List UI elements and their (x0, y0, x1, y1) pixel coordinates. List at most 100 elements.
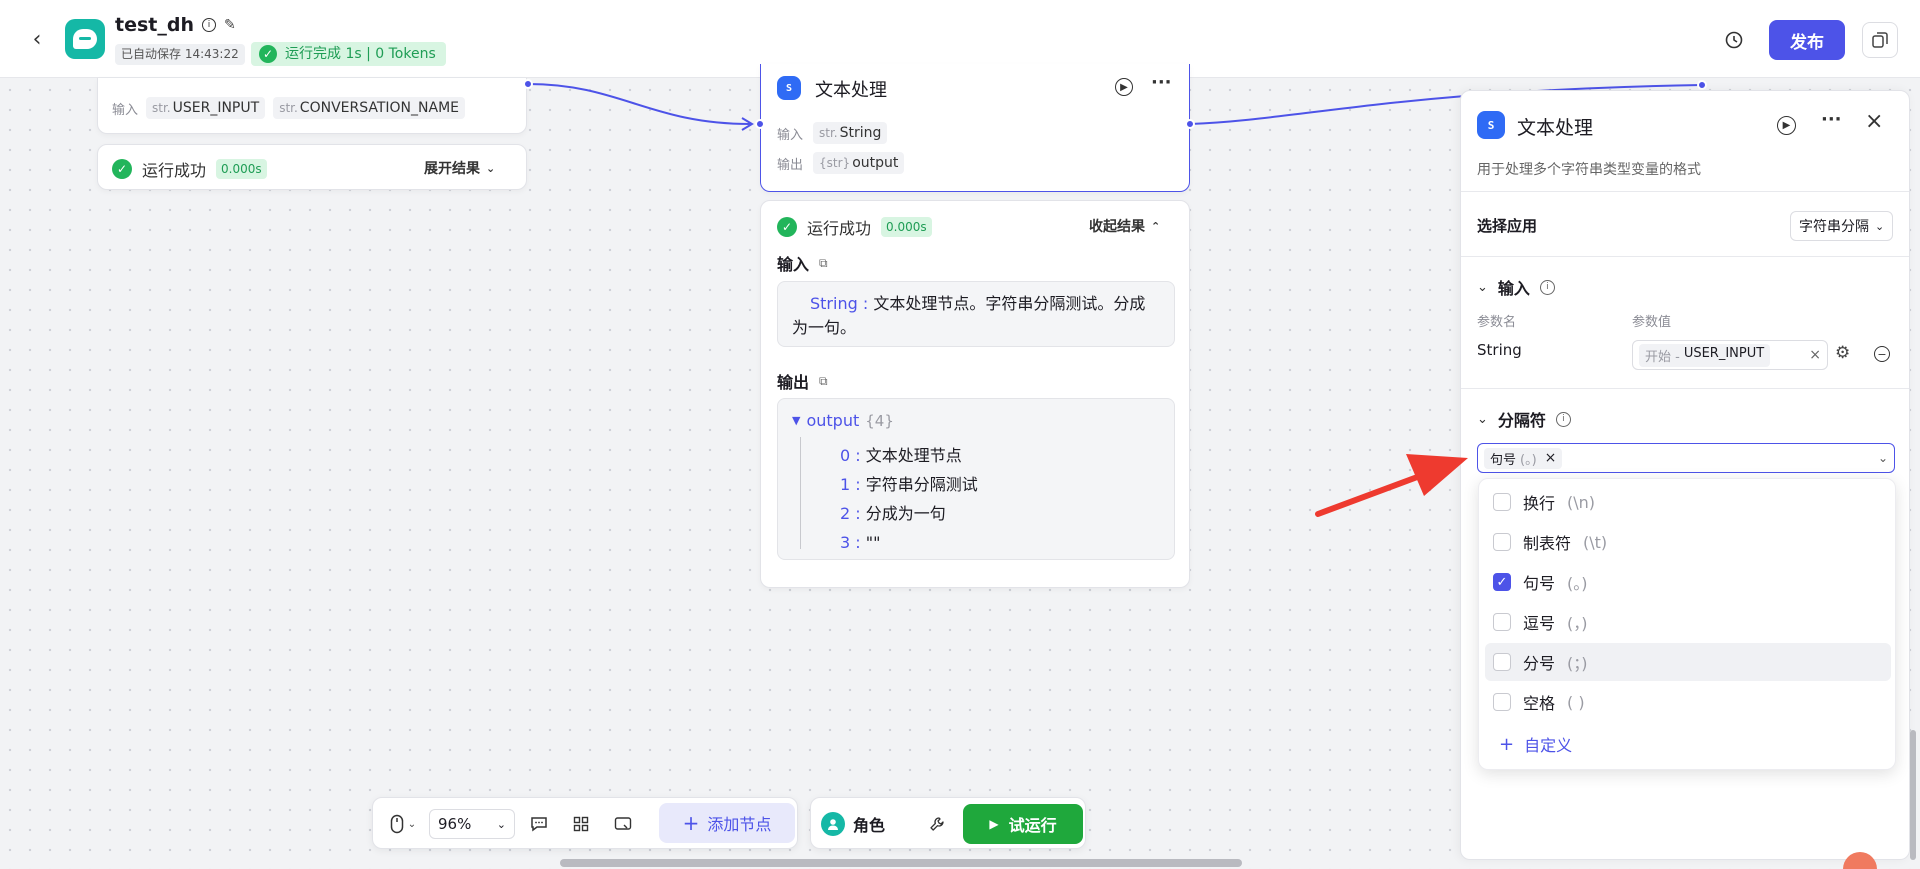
option-space[interactable]: 空格( ) (1485, 683, 1891, 721)
text-node-result: ✓ 运行成功 0.000s 收起结果 ⌃ 输入 ⧉ String : 文本处理节点… (760, 200, 1190, 588)
panel-description: 用于处理多个字符串类型变量的格式 (1477, 162, 1701, 178)
copy-icon[interactable]: ⧉ (819, 374, 828, 389)
chevron-down-icon[interactable]: ⌄ (1878, 451, 1888, 465)
start-input-label: 输入 (112, 102, 139, 118)
comment-icon[interactable] (525, 810, 553, 838)
info-icon[interactable]: i (1539, 279, 1555, 295)
separator-multiselect[interactable]: 句号 (。) × ⌄ (1477, 443, 1895, 473)
chevron-up-icon: ⌃ (1151, 219, 1161, 233)
select-app-dropdown[interactable]: 字符串分隔 ⌄ (1790, 211, 1894, 241)
layout-icon[interactable] (567, 810, 595, 838)
expand-result-button[interactable]: 展开结果 ⌄ (424, 158, 495, 178)
next-node-port[interactable] (1697, 80, 1707, 90)
canvas-toolbar: ⌄ 96% ⌄ + 添加节点 (372, 797, 798, 849)
gear-icon[interactable]: ⚙ (1835, 343, 1850, 363)
custom-separator-button[interactable]: + 自定义 (1485, 725, 1891, 763)
add-node-button[interactable]: + 添加节点 (659, 803, 795, 843)
remove-icon[interactable]: − (1874, 346, 1890, 362)
option-comma[interactable]: 逗号 (，) (1485, 603, 1891, 641)
option-tab[interactable]: 制表符 (\t) (1485, 523, 1891, 561)
check-circle-icon: ✓ (777, 217, 797, 237)
result-output-box: ▼ output {4} 0 : 文本处理节点 1 : 字符串分隔测试 2 : … (777, 398, 1175, 560)
text-processing-icon: S (777, 76, 801, 100)
selected-chip: 句号 (。) × (1484, 447, 1563, 469)
plus-icon: + (682, 811, 700, 835)
start-node[interactable]: 输入 str. USER_INPUT str. CONVERSATION_NAME (97, 78, 527, 134)
text-processing-node[interactable]: S 文本处理 ▶ ··· 输入 str. String 输出 {str} outpu… (760, 64, 1190, 192)
option-semicolon[interactable]: 分号 (；) (1485, 643, 1891, 681)
output-count: {4} (865, 411, 894, 430)
checkbox[interactable] (1493, 693, 1511, 711)
node-input-label: 输入 (777, 127, 804, 143)
collapse-result-button[interactable]: 收起结果 ⌃ (1089, 216, 1160, 236)
checkbox[interactable] (1493, 653, 1511, 671)
separator-options-menu: 换行 (\n) 制表符 (\t) ✓ 句号 (。) 逗号 (，) 分号 (；) 空格( )… (1478, 478, 1896, 770)
var-tag: str. CONVERSATION_NAME (273, 97, 465, 119)
param-value-header: 参数值 (1632, 315, 1672, 330)
checkbox[interactable] (1493, 613, 1511, 631)
input-port[interactable] (755, 119, 765, 129)
list-item: 3 : "" (840, 533, 881, 552)
play-icon: ▶ (989, 817, 999, 831)
panel-scrollbar[interactable] (1910, 730, 1916, 860)
start-node-result: ✓ 运行成功 0.000s 展开结果 ⌄ (97, 144, 527, 190)
param-name: String (1477, 341, 1522, 359)
run-toolbar: 角色 ▶ 试运行 (810, 797, 1086, 849)
minimap-icon[interactable] (609, 810, 637, 838)
output-root-key: output (806, 411, 860, 430)
node-output-label: 输出 (777, 157, 804, 173)
result-status-text: 运行成功 (807, 219, 872, 238)
list-item: 1 : 字符串分隔测试 (840, 475, 978, 494)
list-item: 0 : 文本处理节点 (840, 446, 962, 465)
input-section-title: 输入 (1497, 279, 1530, 298)
checkbox[interactable] (1493, 493, 1511, 511)
output-port[interactable] (1185, 119, 1195, 129)
result-time-badge: 0.000s (216, 159, 267, 179)
node-title: 文本处理 (815, 80, 887, 101)
param-value-field[interactable]: 开始 - USER_INPUT × (1632, 340, 1828, 370)
play-icon[interactable]: ▶ (1777, 116, 1796, 135)
option-period[interactable]: ✓ 句号 (。) (1485, 563, 1891, 601)
result-input-box: String : 文本处理节点。字符串分隔测试。分成为一句。 (777, 281, 1175, 347)
annotation-arrow (1315, 454, 1468, 517)
output-list: 0 : 文本处理节点 1 : 字符串分隔测试 2 : 分成为一句 3 : "" (840, 441, 978, 557)
checkbox-checked[interactable]: ✓ (1493, 573, 1511, 591)
result-status-text: 运行成功 (142, 161, 207, 180)
tree-line (800, 437, 814, 549)
clear-icon[interactable]: × (1809, 347, 1821, 363)
remove-chip-icon[interactable]: × (1545, 450, 1557, 466)
result-time-badge: 0.000s (881, 217, 932, 237)
more-icon[interactable]: ··· (1821, 109, 1842, 130)
chevron-down-icon[interactable]: ⌄ (1477, 280, 1488, 295)
canvas-horizontal-scrollbar[interactable] (560, 859, 1242, 867)
wrench-icon[interactable] (923, 810, 951, 838)
avatar-icon (821, 812, 845, 836)
list-item: 2 : 分成为一句 (840, 504, 946, 523)
checkbox[interactable] (1493, 533, 1511, 551)
chevron-down-icon: ⌄ (496, 817, 506, 831)
role-button[interactable]: 角色 (821, 812, 885, 836)
chevron-down-icon: ⌄ (486, 161, 496, 175)
option-newline[interactable]: 换行 (\n) (1485, 483, 1891, 521)
close-icon[interactable]: × (1865, 109, 1883, 134)
caret-down-icon[interactable]: ▼ (792, 414, 800, 427)
separator-section-title: 分隔符 (1497, 411, 1546, 430)
chevron-down-icon: ⌄ (1875, 219, 1885, 233)
zoom-select[interactable]: 96% ⌄ (429, 809, 515, 839)
test-run-button[interactable]: ▶ 试运行 (963, 804, 1083, 844)
var-tag: str. USER_INPUT (146, 97, 266, 119)
more-icon[interactable]: ··· (1151, 72, 1172, 93)
info-icon[interactable]: i (1555, 411, 1571, 427)
var-tag: str. String (813, 122, 888, 144)
mouse-mode-icon[interactable]: ⌄ (385, 810, 421, 838)
output-port[interactable] (523, 79, 533, 89)
chevron-down-icon[interactable]: ⌄ (1477, 412, 1488, 427)
input-key: String : (810, 294, 869, 313)
select-app-label: 选择应用 (1477, 217, 1538, 235)
play-icon[interactable]: ▶ (1115, 78, 1133, 96)
plus-icon: + (1499, 733, 1515, 755)
result-output-title: 输出 (777, 373, 810, 392)
copy-icon[interactable]: ⧉ (819, 256, 828, 271)
var-tag: {str} output (813, 152, 905, 174)
check-circle-icon: ✓ (112, 159, 132, 179)
